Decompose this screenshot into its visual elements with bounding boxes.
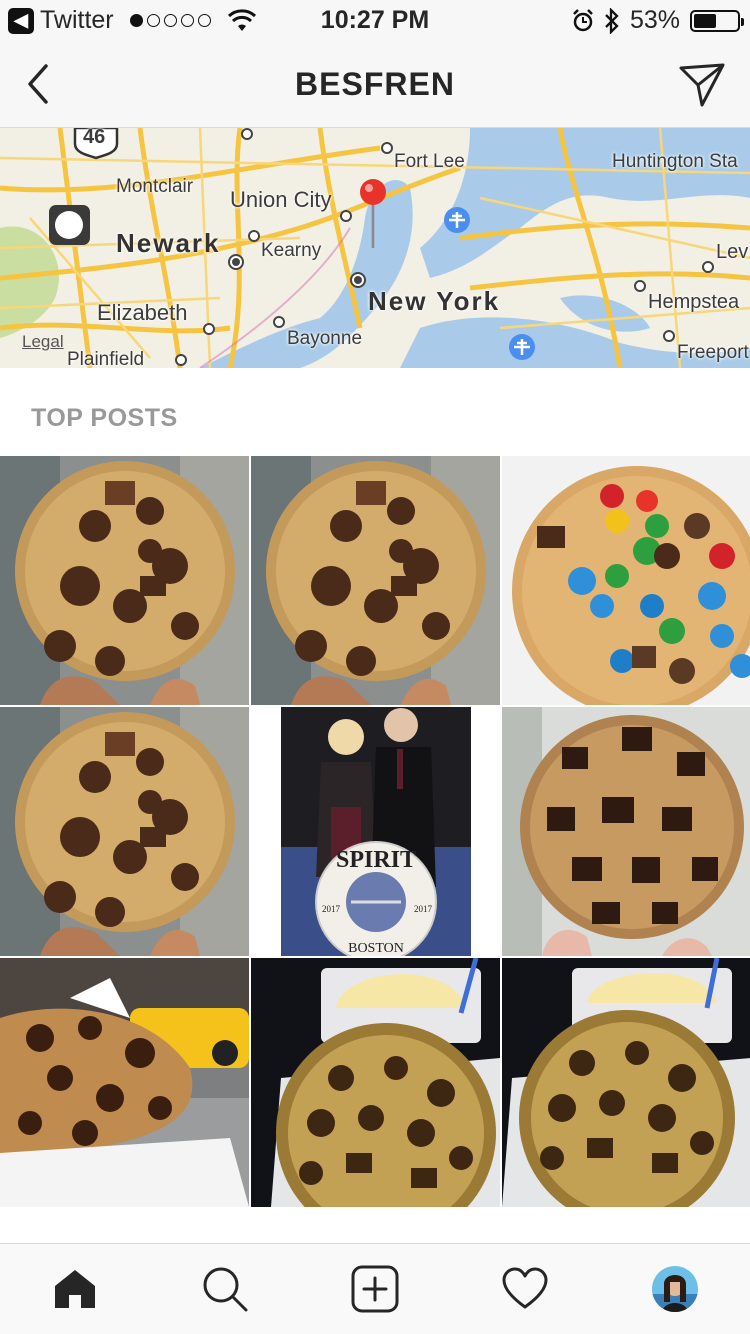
post-tile[interactable] — [502, 707, 750, 956]
tab-new-post[interactable] — [350, 1264, 400, 1314]
ring-year-left: 2017 — [322, 904, 341, 914]
page-title: BESFREN — [295, 66, 455, 102]
mm-cookie-photo — [502, 456, 750, 705]
section-title: TOP POSTS — [31, 404, 178, 432]
cookie-icecream-photo — [251, 958, 500, 1207]
tab-profile[interactable] — [650, 1264, 700, 1314]
cookie-street-photo — [0, 958, 249, 1207]
route-46-label: 46 — [83, 128, 106, 148]
tab-search[interactable] — [200, 1264, 250, 1314]
map-label-fort-lee: Fort Lee — [394, 151, 465, 172]
post-tile[interactable] — [0, 707, 249, 956]
location-map[interactable]: 46 24 Fort Lee Huntington Sta Montclair … — [0, 128, 750, 368]
bluetooth-icon — [605, 7, 619, 34]
post-tile[interactable]: SPIRIT 2017 2017 BOSTON — [251, 707, 500, 956]
cookie-photo — [0, 456, 249, 705]
paper-plane-icon[interactable] — [678, 62, 726, 108]
couple-photo: SPIRIT 2017 2017 BOSTON — [251, 707, 500, 956]
route-24-label: 24 — [56, 214, 78, 235]
tab-activity[interactable] — [500, 1264, 550, 1314]
battery-icon — [690, 9, 744, 32]
posts-grid: SPIRIT 2017 2017 BOSTON — [0, 456, 750, 1207]
map-label-plainfield: Plainfield — [67, 349, 145, 368]
avatar-image — [652, 1266, 698, 1312]
ring-subtext: BOSTON — [348, 941, 404, 956]
map-label-new-york: New York — [368, 286, 501, 316]
status-bar: ◀ Twitter 10:27 PM 53% — [0, 0, 750, 40]
map-label-lev: Lev — [716, 241, 749, 263]
map-label-hempstead: Hempstea — [648, 291, 740, 313]
post-tile[interactable] — [251, 958, 500, 1207]
map-label-union-city: Union City — [230, 187, 332, 212]
post-tile[interactable] — [0, 958, 249, 1207]
status-right: 53% — [572, 6, 744, 35]
alarm-icon — [573, 8, 593, 31]
cookie-icecream-photo — [502, 958, 750, 1207]
map-label-elizabeth: Elizabeth — [97, 300, 188, 325]
post-tile[interactable] — [0, 456, 249, 705]
map-label-kearny: Kearny — [261, 240, 322, 261]
map-label-bayonne: Bayonne — [287, 328, 363, 349]
cookie-photo — [502, 707, 750, 956]
search-icon — [203, 1267, 248, 1312]
ring-year-right: 2017 — [414, 904, 433, 914]
cookie-photo — [251, 456, 500, 705]
battery-percent: 53% — [629, 6, 680, 34]
map-legal-link[interactable]: Legal — [22, 332, 64, 352]
map-label-newark: Newark — [116, 228, 221, 258]
home-icon — [55, 1270, 95, 1308]
tab-home[interactable] — [50, 1264, 100, 1314]
nav-bar: BESFREN — [0, 40, 750, 128]
tab-bar — [0, 1243, 750, 1334]
map-label-freeport: Freeport — [677, 342, 749, 363]
map-label-huntington: Huntington Sta — [612, 151, 738, 172]
ring-text: SPIRIT — [336, 847, 416, 873]
post-tile[interactable] — [251, 456, 500, 705]
add-post-icon — [351, 1265, 399, 1313]
profile-avatar — [652, 1266, 698, 1312]
battery-level — [694, 13, 717, 28]
map-label-montclair: Montclair — [116, 176, 194, 197]
heart-icon — [502, 1267, 548, 1309]
post-tile[interactable] — [502, 456, 750, 705]
cookie-photo — [0, 707, 249, 956]
post-tile[interactable] — [502, 958, 750, 1207]
